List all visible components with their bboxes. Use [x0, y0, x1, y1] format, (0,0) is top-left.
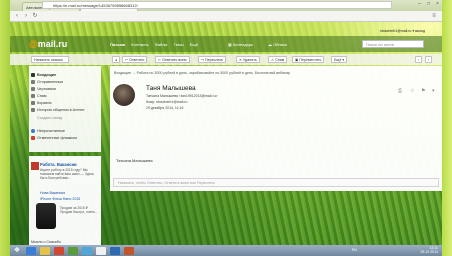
agent-icon [31, 107, 35, 112]
unread-icon [31, 128, 35, 133]
star-icon[interactable]: ☆ [410, 88, 414, 94]
start-button[interactable]: ❖ [12, 245, 22, 256]
ad-logo [31, 162, 39, 170]
screen-bezel-left [0, 0, 10, 256]
to-line: Кому: ntuscherb1@mail.ru [146, 100, 188, 104]
ad-footer[interactable]: Мысли о Спасибо [31, 240, 61, 244]
compose-button[interactable]: Написать письмо [31, 56, 69, 63]
trash-icon [31, 100, 35, 105]
sidebar-item-trash[interactable]: Корзина [31, 100, 51, 106]
more-button[interactable]: Ещё ▾ [331, 56, 348, 63]
ad-link[interactable]: Нова Вакансия [40, 191, 65, 195]
sidebar-item-spam[interactable]: Спам [31, 93, 47, 99]
spam-button[interactable]: ⚠ Спам [268, 56, 288, 63]
powerpoint-icon[interactable] [124, 247, 134, 255]
inbox-icon [31, 72, 35, 77]
account-link[interactable]: ntuscherb1@mail.ru ▾ выход [380, 29, 425, 33]
ie-icon[interactable] [26, 247, 36, 255]
back-to-list-button[interactable]: ◂ [112, 56, 120, 63]
create-folder-link[interactable]: Создать папку [37, 115, 62, 121]
from-line: Татьяна Малышева <tan19912013@mail.ru> [146, 94, 218, 98]
chrome-icon[interactable] [96, 247, 106, 255]
nav-more[interactable]: Ещё [190, 42, 198, 47]
sidebar-item-sent[interactable]: Отправленные [31, 79, 63, 85]
reload-icon[interactable]: ↻ [31, 12, 39, 20]
ad-product-title[interactable]: iPhone Флеш Напо 2015 [40, 197, 80, 201]
sidebar-item-inbox[interactable]: Входящие [31, 72, 56, 78]
calendar-link[interactable]: ▦ Календарь [228, 42, 253, 47]
explorer-icon[interactable] [40, 247, 50, 255]
move-button[interactable]: ▣ Переместить [292, 56, 325, 63]
delete-button[interactable]: ✕ Удалить [236, 56, 260, 63]
ad-product-text: Продаю за 2015 ₽ Продаю быстро, очень... [60, 206, 98, 214]
sender-avatar [113, 84, 135, 106]
nav-themes[interactable]: Темы [174, 42, 184, 47]
app-icon[interactable] [68, 247, 78, 255]
print-icon[interactable]: ⎙ [398, 88, 402, 94]
forward-button[interactable]: ↪ Переслать [198, 56, 226, 63]
sent-icon [31, 79, 35, 84]
mailru-logo[interactable]: @mail.ru [29, 39, 67, 49]
sidebar-item-agent-history[interactable]: История общения в Агенте [31, 107, 85, 113]
sidebar-item-unread[interactable]: Непрочитанные [31, 128, 65, 134]
quick-reply-input[interactable]: Написать, чтобы Ответить, Ответить всем … [113, 178, 439, 187]
nav-contacts[interactable]: Контакты [131, 42, 148, 47]
screen-bezel-right [442, 0, 452, 256]
browser-toolbar [10, 11, 442, 22]
sidebar-item-flagged[interactable]: Отмеченные флажком [31, 135, 77, 141]
url-input[interactable]: https://e.mail.ru/message/14536799856668… [42, 1, 392, 9]
sidebar-item-drafts[interactable]: Черновики [31, 86, 56, 92]
maximize-icon[interactable]: □ [424, 1, 433, 8]
top-navigation: Письма Контакты Файлы Темы Ещё [110, 42, 203, 48]
nav-files[interactable]: Файлы [155, 42, 168, 47]
word-icon[interactable] [110, 247, 120, 255]
forward-icon[interactable]: › [22, 12, 30, 20]
next-message-icon[interactable]: › [425, 56, 433, 63]
ad-text: Ищите работу в 2015 году? Мы поможем най… [40, 168, 94, 180]
expand-icon[interactable]: ▾ [432, 88, 435, 94]
media-icon[interactable] [54, 247, 64, 255]
nav-mail[interactable]: Письма [110, 42, 125, 47]
flag-message-icon[interactable]: ⚑ [421, 88, 425, 94]
flag-icon [31, 135, 35, 140]
drafts-icon [31, 86, 35, 91]
message-signature: Татьяна Малышева [116, 158, 153, 163]
minimize-icon[interactable]: – [415, 1, 424, 8]
menu-icon[interactable]: ≡ [430, 12, 438, 20]
message-date: 29 декабря 2014, 11:16 [146, 106, 184, 110]
close-window-icon[interactable]: × [433, 1, 442, 8]
mail-toolbar [10, 54, 442, 65]
skype-icon[interactable] [82, 247, 92, 255]
reply-all-button[interactable]: ⇐ Ответить всем [155, 56, 190, 63]
mail-search-input[interactable]: Поиск по почте [362, 40, 424, 48]
sender-name[interactable]: Таня Малышева [146, 85, 196, 92]
ad-title[interactable]: Работа. Вакансии [40, 162, 77, 167]
message-breadcrumb: Входящие → Работа по 3000 рублей в день,… [114, 71, 291, 75]
ad-product-image[interactable] [36, 203, 56, 229]
reply-button[interactable]: ↩ Ответить [122, 56, 148, 63]
clock-date: 29.12.2014 [420, 249, 438, 254]
back-icon[interactable]: ‹ [13, 12, 21, 20]
language-indicator[interactable]: RU [352, 248, 357, 252]
spam-icon [31, 93, 35, 98]
cloud-link[interactable]: ☁ Облако [268, 42, 287, 47]
prev-message-icon[interactable]: ‹ [415, 56, 423, 63]
system-clock[interactable]: 12:11 29.12.2014 [398, 246, 438, 254]
